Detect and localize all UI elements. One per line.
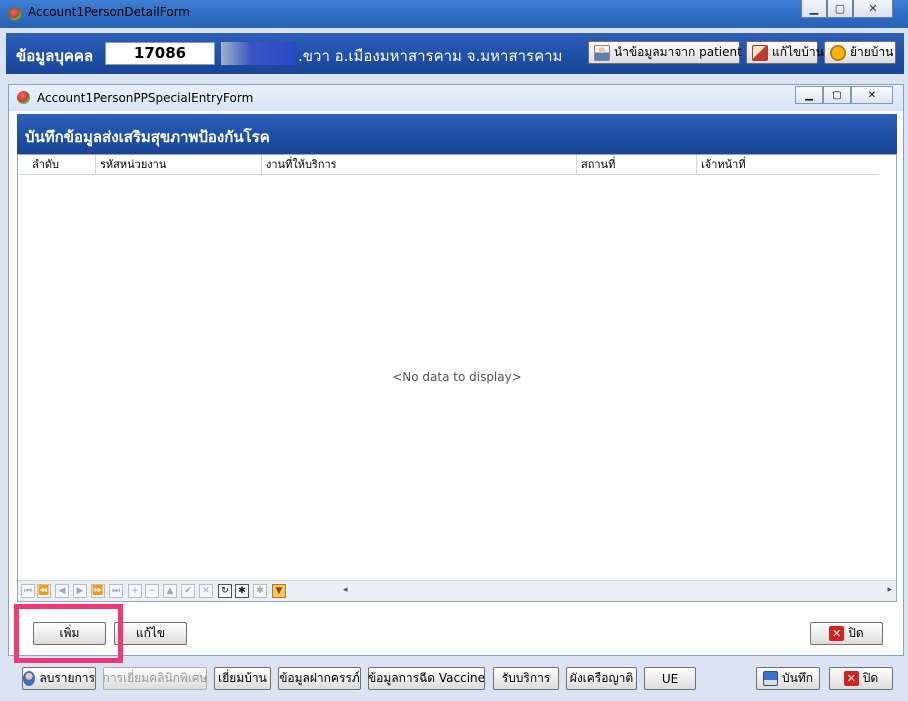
move-icon xyxy=(830,44,846,61)
prenatal-button[interactable]: ข้อมูลฝากครรภ์ xyxy=(278,667,361,690)
save-button[interactable]: บันทึก xyxy=(756,667,820,690)
minimize-icon: ▁ xyxy=(809,2,819,15)
person-id-field[interactable]: 17086 xyxy=(105,42,215,65)
add-button[interactable]: เพิ่ม xyxy=(33,622,106,645)
import-patient-label: นำข้อมูลมาจาก patient xyxy=(614,45,742,59)
close-icon: ✕ xyxy=(868,2,878,15)
house-icon xyxy=(752,44,768,61)
close-icon: ✕ xyxy=(843,671,859,686)
column-header[interactable]: รหัสหน่วยงาน xyxy=(96,155,262,175)
data-grid[interactable]: ลำดับ รหัสหน่วยงาน งานที่ให้บริการ สถานท… xyxy=(17,154,897,602)
maximize-button[interactable]: ▢ xyxy=(827,0,853,18)
service-button[interactable]: รับบริการ xyxy=(493,667,559,690)
edit-button[interactable]: แก้ไข xyxy=(114,622,187,645)
next-record-icon[interactable]: ▶ xyxy=(73,584,87,598)
maximize-icon: ▢ xyxy=(834,2,846,15)
move-house-button[interactable]: ย้ายบ้าน xyxy=(824,41,896,64)
form-action-bar: เพิ่ม แก้ไข ✕ ปิด xyxy=(17,613,897,653)
special-clinic-button[interactable]: การเยี่ยมคลินิกพิเศษ xyxy=(103,667,207,690)
cancel-edit-icon[interactable]: ✕ xyxy=(199,584,213,598)
save-label: บันทึก xyxy=(782,671,813,685)
main-close-button[interactable]: ✕ ปิด xyxy=(829,667,893,690)
refresh-icon[interactable]: ↻ xyxy=(218,584,232,598)
bottom-toolbar: ลบรายการ การเยี่ยมคลินิกพิเศษ เยี่ยมบ้าน… xyxy=(0,664,908,701)
import-patient-button[interactable]: นำข้อมูลมาจาก patient xyxy=(588,41,742,64)
inner-maximize-button[interactable]: ▢ xyxy=(823,86,851,104)
prev-page-icon[interactable]: ⏪ xyxy=(37,584,51,598)
person-header: ข้อมูลบุคคล 17086 .ขวา อ.เมืองมหาสารคาม … xyxy=(6,33,904,74)
save-icon xyxy=(763,671,778,686)
form-title: บันทึกข้อมูลส่งเสริมสุขภาพป้องกันโรค xyxy=(25,128,270,146)
grid-navigator: ⏮ ⏪ ◀ ▶ ⏩ ⏭ + − ▲ ✔ ✕ ↻ ✱ ✱ ▼ ◂ ▸ xyxy=(18,580,896,601)
move-house-label: ย้ายบ้าน xyxy=(850,45,894,59)
edit-house-label: แก้ไขบ้าน xyxy=(772,45,824,59)
form-header: บันทึกข้อมูลส่งเสริมสุขภาพป้องกันโรค xyxy=(17,114,897,154)
post-edit-icon[interactable]: ✔ xyxy=(181,584,195,598)
form-icon xyxy=(17,91,30,104)
minimize-icon: ▁ xyxy=(805,89,813,101)
inner-close-button[interactable]: ✕ xyxy=(851,86,893,104)
person-address: .ขวา อ.เมืองมหาสารคาม จ.มหาสารคาม xyxy=(298,47,563,65)
minimize-button[interactable]: ▁ xyxy=(801,0,827,18)
scroll-right-icon[interactable]: ▸ xyxy=(887,585,892,595)
close-icon: ✕ xyxy=(867,89,877,101)
vertical-scrollbar[interactable] xyxy=(879,155,896,575)
column-header[interactable]: งานที่ให้บริการ xyxy=(262,155,577,175)
redacted-name xyxy=(221,42,296,65)
inner-window-titlebar[interactable]: Account1PersonPPSpecialEntryForm ▁ ▢ ✕ xyxy=(9,85,903,111)
form-close-button[interactable]: ✕ ปิด xyxy=(810,622,883,645)
main-close-label: ปิด xyxy=(862,671,879,685)
next-page-icon[interactable]: ⏩ xyxy=(91,584,105,598)
no-data-message: <No data to display> xyxy=(392,370,522,384)
ue-button[interactable]: UE xyxy=(644,667,696,690)
grid-header: ลำดับ รหัสหน่วยงาน งานที่ให้บริการ สถานท… xyxy=(18,155,880,175)
edit-record-icon[interactable]: ▲ xyxy=(163,584,177,598)
person-icon xyxy=(594,44,610,61)
inner-window: Account1PersonPPSpecialEntryForm ▁ ▢ ✕ บ… xyxy=(8,84,904,656)
prev-record-icon[interactable]: ◀ xyxy=(55,584,69,598)
close-window-button[interactable]: ✕ xyxy=(853,0,893,18)
bookmark-icon[interactable]: ✱ xyxy=(235,584,249,598)
home-visit-button[interactable]: เยี่ยมบ้าน xyxy=(214,667,271,690)
column-header[interactable]: เจ้าหน้าที่ xyxy=(697,155,880,175)
column-header[interactable]: สถานที่ xyxy=(577,155,697,175)
outer-window-titlebar[interactable]: Account1PersonDetailForm ▁ ▢ ✕ xyxy=(0,0,908,28)
family-tree-button[interactable]: ผังเครือญาติ xyxy=(566,667,637,690)
inner-minimize-button[interactable]: ▁ xyxy=(795,86,823,104)
insert-record-icon[interactable]: + xyxy=(128,584,142,598)
person-icon xyxy=(23,671,36,686)
delete-item-label: ลบรายการ xyxy=(39,671,95,685)
vaccine-button[interactable]: ข้อมูลการฉีด Vaccine xyxy=(368,667,485,690)
delete-record-icon[interactable]: − xyxy=(145,584,159,598)
maximize-icon: ▢ xyxy=(832,89,842,101)
app-icon xyxy=(8,7,22,21)
inner-window-title: Account1PersonPPSpecialEntryForm xyxy=(37,91,254,105)
first-page-icon[interactable]: ⏮ xyxy=(21,584,35,598)
outer-window-title: Account1PersonDetailForm xyxy=(28,5,190,19)
scroll-left-icon[interactable]: ◂ xyxy=(343,585,348,595)
column-header[interactable]: ลำดับ xyxy=(18,155,96,175)
filter-icon[interactable]: ▼ xyxy=(272,584,286,598)
person-label: ข้อมูลบุคคล xyxy=(16,47,94,65)
delete-item-button[interactable]: ลบรายการ xyxy=(22,667,96,690)
last-page-icon[interactable]: ⏭ xyxy=(109,584,123,598)
close-icon: ✕ xyxy=(829,626,845,641)
edit-house-button[interactable]: แก้ไขบ้าน xyxy=(746,41,824,64)
goto-bookmark-icon[interactable]: ✱ xyxy=(253,584,267,598)
form-close-label: ปิด xyxy=(848,626,864,640)
